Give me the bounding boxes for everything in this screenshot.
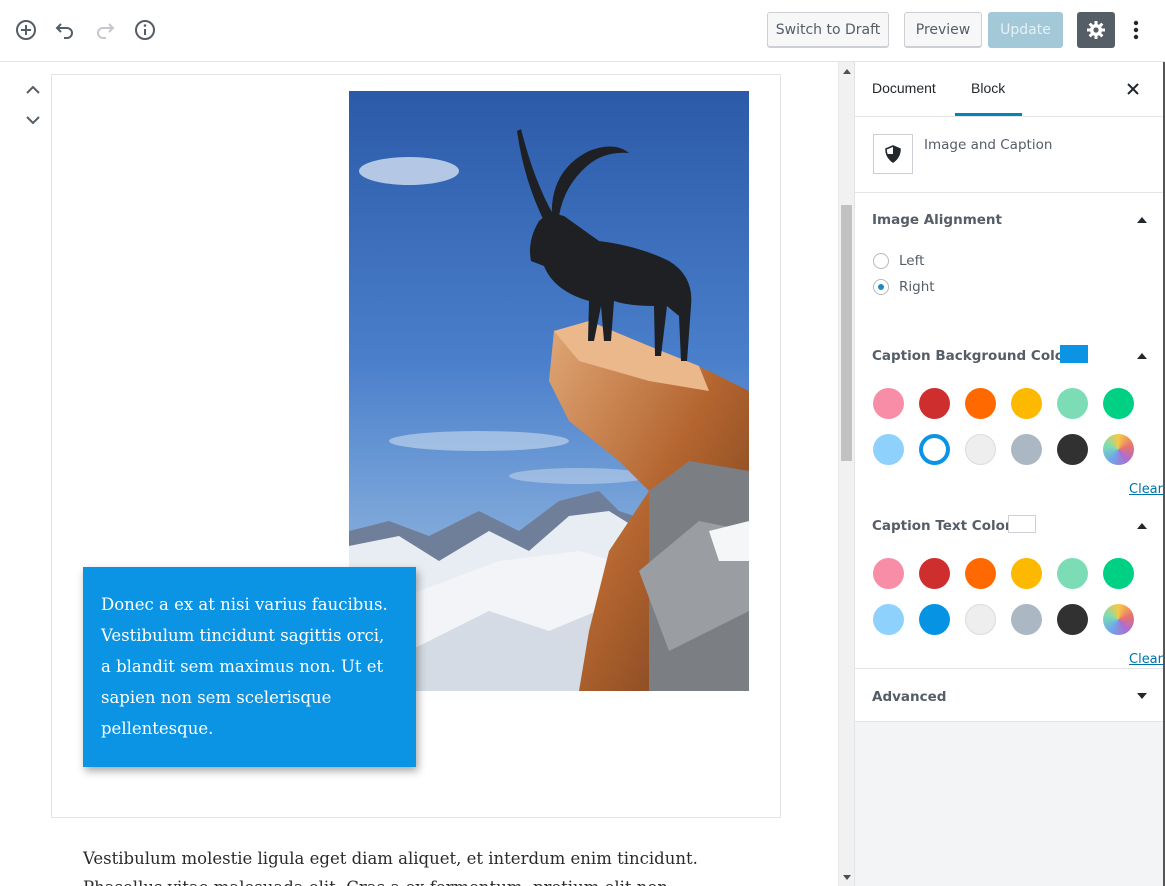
panel-title-image-alignment[interactable]: Image Alignment [872, 212, 1002, 228]
color-swatch[interactable] [1057, 558, 1088, 589]
chevron-down-icon [26, 115, 40, 124]
radio-align-left[interactable]: Left [873, 253, 924, 269]
color-swatch[interactable] [919, 558, 950, 589]
color-swatch[interactable] [919, 604, 950, 635]
panel-title-caption-bg-color[interactable]: Caption Background Color [872, 348, 1071, 364]
radio-button[interactable] [873, 279, 889, 295]
move-up-button[interactable] [22, 78, 44, 100]
color-swatch[interactable] [873, 388, 904, 419]
paragraph-line: Vestibulum molestie ligula eget diam ali… [83, 849, 698, 868]
divider [855, 721, 1163, 722]
update-button[interactable]: Update [988, 12, 1063, 48]
settings-sidebar: Document Block Image and Caption Image A… [854, 62, 1165, 886]
panel-title-caption-text-color[interactable]: Caption Text Color [872, 518, 1012, 534]
color-swatch[interactable] [965, 558, 996, 589]
block-name: Image and Caption [924, 137, 1053, 153]
color-swatch[interactable] [1057, 388, 1088, 419]
editor-scrollbar[interactable] [838, 62, 854, 886]
color-swatch[interactable] [1103, 388, 1134, 419]
image-caption[interactable]: Donec a ex at nisi varius faucibus. Vest… [83, 567, 416, 767]
radio-button[interactable] [873, 253, 889, 269]
move-down-button[interactable] [22, 109, 44, 131]
gear-icon [1087, 21, 1105, 39]
color-swatch[interactable] [1011, 558, 1042, 589]
color-swatch[interactable] [873, 558, 904, 589]
caption-text-color-indicator [1008, 515, 1036, 533]
caret-up-icon[interactable] [1137, 521, 1147, 529]
color-swatch[interactable] [1103, 434, 1134, 465]
block-card: Image and Caption [855, 117, 1163, 193]
paragraph-line: Phasellus vitae malesuada elit. Cras a e… [83, 873, 783, 886]
color-swatch[interactable] [873, 604, 904, 635]
active-tab-indicator [955, 113, 1022, 116]
color-swatch[interactable] [873, 434, 904, 465]
editor-canvas: Donec a ex at nisi varius faucibus. Vest… [0, 62, 838, 886]
caption-bg-color-indicator [1060, 345, 1088, 363]
caret-down-icon[interactable] [1137, 692, 1147, 700]
close-sidebar-button[interactable] [1123, 79, 1143, 99]
color-swatch[interactable] [965, 434, 996, 465]
color-swatch[interactable] [1011, 604, 1042, 635]
clear-bg-color-button[interactable]: Clear [1129, 482, 1163, 497]
tab-block[interactable]: Block [971, 80, 1005, 96]
redo-icon[interactable] [92, 17, 118, 43]
divider [855, 668, 1163, 669]
color-swatch[interactable] [965, 604, 996, 635]
scroll-up-arrow-icon[interactable] [842, 66, 852, 76]
chevron-up-icon [26, 85, 40, 94]
color-swatch[interactable] [1057, 604, 1088, 635]
color-swatch[interactable] [1103, 604, 1134, 635]
radio-align-right[interactable]: Right [873, 279, 935, 295]
shield-icon [885, 145, 901, 163]
sidebar-tabs: Document Block [855, 62, 1163, 117]
radio-label: Left [899, 253, 925, 269]
tab-document[interactable]: Document [872, 80, 936, 96]
vertical-ellipsis-icon [1133, 20, 1139, 40]
editor-toolbar: Switch to Draft Preview Update [0, 0, 1165, 62]
info-icon[interactable] [132, 17, 158, 43]
color-swatch[interactable] [1011, 388, 1042, 419]
close-icon [1127, 83, 1139, 95]
color-swatch[interactable] [1011, 434, 1042, 465]
preview-button[interactable]: Preview [904, 12, 982, 48]
color-swatch[interactable] [1057, 434, 1088, 465]
plus-circle-icon[interactable] [13, 17, 39, 43]
color-swatch[interactable] [1103, 558, 1134, 589]
block-type-icon [873, 134, 913, 174]
color-swatch[interactable] [919, 434, 950, 465]
color-swatch[interactable] [919, 388, 950, 419]
paragraph-block[interactable]: Vestibulum molestie ligula eget diam ali… [83, 844, 783, 886]
more-options-button[interactable] [1126, 17, 1146, 43]
panel-title-advanced[interactable]: Advanced [872, 689, 946, 705]
settings-button[interactable] [1077, 12, 1115, 48]
scrollbar-thumb[interactable] [841, 205, 852, 461]
caret-up-icon[interactable] [1137, 351, 1147, 359]
switch-to-draft-button[interactable]: Switch to Draft [767, 12, 889, 48]
scroll-down-arrow-icon[interactable] [842, 872, 852, 882]
undo-icon[interactable] [52, 17, 78, 43]
radio-label: Right [899, 279, 935, 295]
clear-text-color-button[interactable]: Clear [1129, 652, 1163, 667]
caret-up-icon[interactable] [1137, 215, 1147, 223]
color-swatch[interactable] [965, 388, 996, 419]
